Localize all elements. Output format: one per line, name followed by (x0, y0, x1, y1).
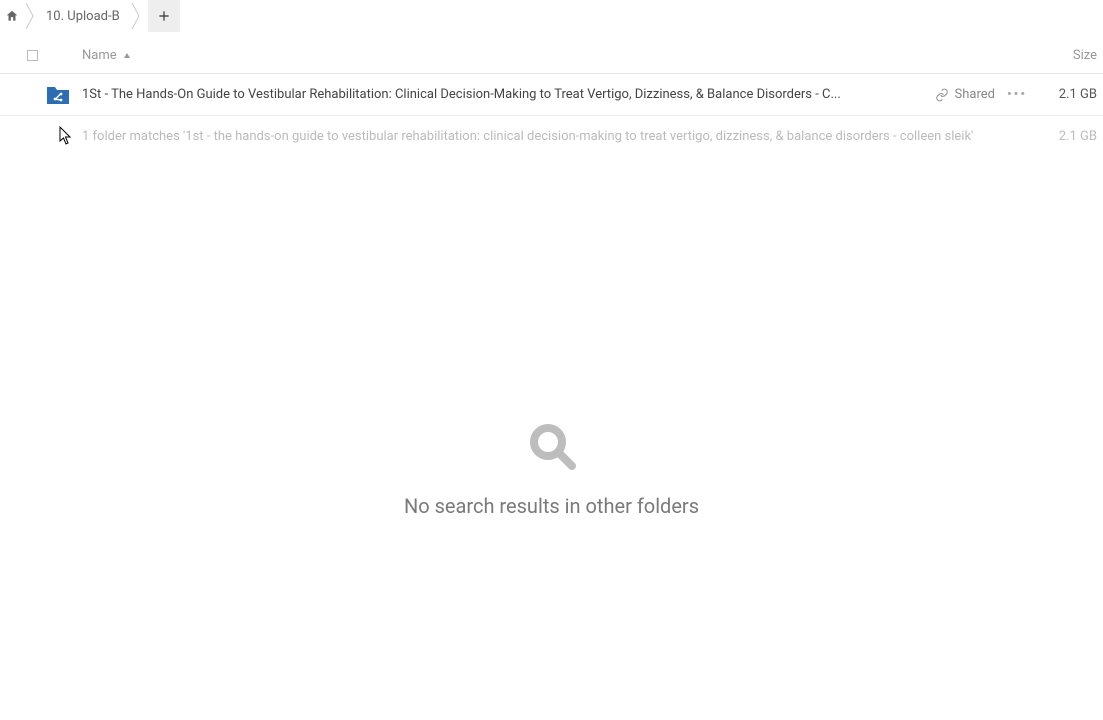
breadcrumb-add-button[interactable] (148, 0, 180, 32)
empty-state-message: No search results in other folders (404, 494, 699, 518)
empty-state: No search results in other folders (0, 420, 1103, 518)
summary-size: 2.1 GB (1037, 129, 1097, 144)
home-icon (5, 9, 19, 23)
link-icon (935, 88, 949, 102)
summary-text: 1 folder matches '1st - the hands-on gui… (82, 129, 1037, 144)
shared-indicator[interactable]: Shared (935, 87, 995, 102)
column-header-name[interactable]: Name (64, 48, 1027, 63)
file-row-size: 2.1 GB (1037, 87, 1097, 102)
search-icon (526, 420, 578, 476)
file-row[interactable]: 1St - The Hands-On Guide to Vestibular R… (0, 74, 1103, 116)
breadcrumb-home[interactable] (2, 0, 22, 32)
ellipsis-icon: ••• (1007, 87, 1027, 102)
summary-row: 1 folder matches '1st - the hands-on gui… (0, 116, 1103, 156)
file-row-name[interactable]: 1St - The Hands-On Guide to Vestibular R… (82, 87, 935, 102)
file-row-actions: Shared ••• (935, 87, 1037, 102)
file-row-iconcell (0, 84, 82, 106)
more-actions-button[interactable]: ••• (1005, 87, 1029, 102)
column-header-row: Name Size (0, 38, 1103, 74)
breadcrumb-separator (22, 0, 38, 32)
column-size-label: Size (1073, 48, 1097, 63)
breadcrumb-current[interactable]: 10. Upload-B (38, 0, 128, 32)
breadcrumb-separator (128, 0, 144, 32)
breadcrumb: 10. Upload-B (0, 0, 1103, 32)
column-header-size[interactable]: Size (1027, 48, 1097, 63)
plus-icon (157, 9, 171, 23)
shared-label: Shared (955, 87, 995, 102)
shared-folder-icon (46, 84, 70, 106)
breadcrumb-current-label: 10. Upload-B (38, 9, 128, 24)
column-name-label: Name (82, 48, 117, 63)
checkbox-icon (27, 50, 38, 61)
sort-ascending-icon (123, 52, 131, 60)
select-all-checkbox[interactable] (0, 50, 64, 61)
